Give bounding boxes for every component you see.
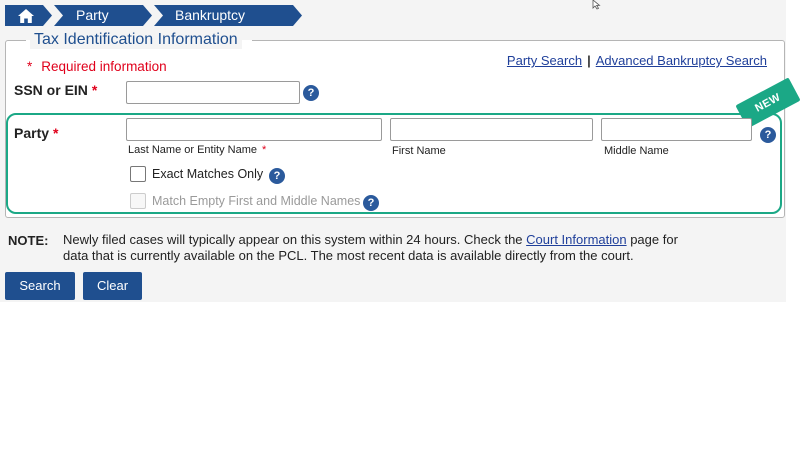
breadcrumb-bankruptcy-search[interactable]: Bankruptcy Search — [154, 5, 302, 26]
required-star: * — [262, 144, 267, 156]
link-separator: | — [587, 53, 591, 68]
first-name-input[interactable] — [390, 118, 593, 141]
breadcrumb: Party Search Bankruptcy Search — [5, 5, 304, 26]
exact-matches-label: Exact Matches Only — [152, 167, 264, 181]
party-help-icon[interactable]: ? — [760, 127, 776, 143]
party-label: Party * — [14, 125, 58, 141]
ssn-help-icon[interactable]: ? — [303, 85, 319, 101]
breadcrumb-home[interactable] — [5, 5, 52, 26]
exact-matches-checkbox[interactable] — [130, 166, 146, 182]
last-name-label: Last Name or Entity Name * — [128, 144, 266, 156]
ssn-ein-label: SSN or EIN * — [14, 82, 97, 98]
required-information-note: * Required information — [27, 59, 167, 74]
note-title: NOTE: — [8, 233, 49, 248]
exact-matches-help-icon[interactable]: ? — [269, 168, 285, 184]
ssn-ein-label-text: SSN or EIN — [14, 82, 88, 98]
court-information-link[interactable]: Court Information — [526, 232, 626, 247]
ssn-ein-input[interactable] — [126, 81, 300, 104]
breadcrumb-party-search[interactable]: Party Search — [54, 5, 152, 26]
note-text: Newly filed cases will typically appear … — [63, 232, 703, 264]
last-name-input[interactable] — [126, 118, 382, 141]
required-star: * — [53, 125, 59, 141]
match-empty-names-checkbox[interactable] — [130, 193, 146, 209]
advanced-bankruptcy-search-link[interactable]: Advanced Bankruptcy Search — [596, 53, 767, 68]
match-empty-names-label: Match Empty First and Middle Names — [152, 194, 361, 208]
middle-name-input[interactable] — [601, 118, 752, 141]
mouse-cursor-icon — [592, 0, 601, 10]
party-label-text: Party — [14, 125, 50, 141]
home-icon — [17, 8, 35, 24]
required-star: * — [27, 59, 33, 74]
note-text-part1: Newly filed cases will typically appear … — [63, 232, 527, 247]
required-star: * — [91, 82, 98, 98]
last-name-label-text: Last Name or Entity Name — [128, 144, 257, 156]
required-text: Required information — [41, 59, 167, 74]
search-links: Party Search | Advanced Bankruptcy Searc… — [507, 53, 767, 68]
party-search-link[interactable]: Party Search — [507, 53, 582, 68]
panel-legend: Tax Identification Information — [30, 31, 242, 49]
middle-name-label: Middle Name — [604, 145, 669, 157]
clear-button[interactable]: Clear — [83, 272, 142, 300]
first-name-label: First Name — [392, 145, 446, 157]
search-button[interactable]: Search — [5, 272, 75, 300]
match-empty-help-icon[interactable]: ? — [363, 195, 379, 211]
